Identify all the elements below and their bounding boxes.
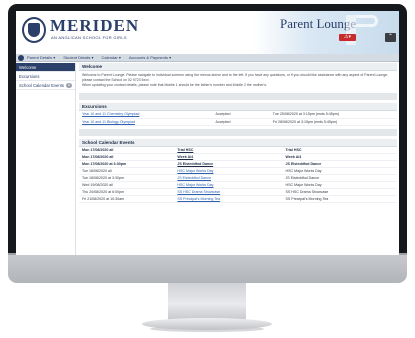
- event-description: JS Eisteddfod Dance: [282, 160, 397, 168]
- events-table: Mon 17/08/2020 all Trial HSC Trial HSC M…: [79, 146, 397, 203]
- event-description: Week A/4: [282, 153, 397, 161]
- event-description: HSC Major Works Day: [282, 181, 397, 189]
- event-date: Tue 18/08/2020 at 3:30pm: [79, 174, 175, 182]
- welcome-paragraph-contact: When updating your contact details, plea…: [82, 83, 268, 87]
- monitor-chin: [8, 253, 407, 283]
- table-row: Mon 17/08/2020 at 3:30pm JS Eisteddfod D…: [79, 160, 397, 168]
- event-link[interactable]: Trial HSC: [174, 146, 283, 154]
- screen: MERIDEN AN ANGLICAN SCHOOL FOR GIRLS Par…: [16, 11, 399, 255]
- event-link[interactable]: Week A/4: [174, 153, 283, 161]
- sidebar-item-calendar-events[interactable]: School Calendar Events 0: [16, 81, 75, 90]
- sidebar-item-label: Excursions: [19, 74, 40, 79]
- table-cell: Year 10 and 11 Biology Olympiad: [79, 118, 213, 126]
- nav-accounts-payments[interactable]: Accounts & Payments ▾: [129, 55, 171, 60]
- event-date: Thu 20/08/2020 at 6:00pm: [79, 188, 175, 196]
- table-row: Wed 19/08/2020 all HSC Major Works Day H…: [79, 181, 397, 189]
- event-link[interactable]: SS HSC Drama Showcase: [174, 188, 283, 196]
- excursion-status: Accepted: [212, 111, 270, 119]
- monitor-stand-base: [142, 318, 272, 330]
- school-name: MERIDEN: [50, 16, 140, 35]
- welcome-text: Welcome to Parent Lounge. Please navigat…: [79, 71, 397, 90]
- count-badge: 0: [66, 83, 72, 88]
- alert-button[interactable]: ⚠▾: [339, 34, 356, 41]
- event-link[interactable]: JS Eisteddfod Dance: [174, 160, 283, 168]
- event-link[interactable]: JS Eisteddfod Dance: [174, 174, 283, 182]
- section-divider: [79, 93, 397, 100]
- table-row: Tue 18/08/2020 at 3:30pm JS Eisteddfod D…: [79, 174, 397, 182]
- home-icon[interactable]: [18, 54, 24, 61]
- excursion-when: Tue 25/08/2020 at 3:15pm (ends 5:45pm): [269, 111, 397, 119]
- sidebar: Welcome Excursions School Calendar Event…: [16, 63, 76, 255]
- event-date: Wed 19/08/2020 all: [79, 181, 175, 189]
- event-description: HSC Major Works Day: [282, 167, 397, 175]
- sidebar-item-label: School Calendar Events: [19, 83, 64, 88]
- excursion-link[interactable]: Year 10 and 11 Biology Olympiad: [82, 120, 135, 124]
- event-date: Mon 17/08/2020 all: [79, 146, 175, 154]
- monitor-stand-neck: [168, 283, 246, 321]
- event-link[interactable]: HSC Major Works Day: [174, 167, 283, 175]
- table-row: Mon 17/08/2020 all Trial HSC Trial HSC: [79, 146, 397, 154]
- portal-title: Parent Lounge: [280, 16, 357, 31]
- event-link[interactable]: SS Principal's Morning Tea: [174, 195, 283, 203]
- table-row: Year 10 and 11 Biology Olympiad Accepted…: [79, 118, 397, 126]
- main-navbar: Parent Details ▾ Student Details ▾ Calen…: [16, 54, 399, 62]
- event-date: Fri 21/08/2020 at 10:30am: [79, 195, 175, 203]
- table-row: Year 10 and 11 Chemistry Olympiad Accept…: [79, 111, 397, 119]
- event-description: SS HSC Drama Showcase: [282, 188, 397, 196]
- excursion-link[interactable]: Year 10 and 11 Chemistry Olympiad: [82, 112, 139, 116]
- main-content: Welcome Welcome to Parent Lounge. Please…: [79, 63, 397, 255]
- event-description: Trial HSC: [282, 146, 397, 154]
- sidebar-item-excursions[interactable]: Excursions: [16, 72, 75, 81]
- events-heading: School Calendar Events: [79, 138, 397, 147]
- event-date: Mon 17/08/2020 at 3:30pm: [79, 160, 175, 168]
- excursion-status: Accepted: [212, 118, 270, 126]
- nav-calendar[interactable]: Calendar ▾: [102, 55, 121, 60]
- table-row: Mon 17/08/2020 all Week A/4 Week A/4: [79, 153, 397, 161]
- section-divider: [79, 128, 397, 136]
- welcome-heading: Welcome: [79, 63, 397, 71]
- excursion-when: Fri 28/08/2020 at 3:15pm (ends 5:45pm): [269, 118, 397, 126]
- nav-student-details[interactable]: Student Details ▾: [63, 55, 93, 60]
- table-cell: Year 10 and 11 Chemistry Olympiad: [79, 111, 213, 119]
- nav-parent-details[interactable]: Parent Details ▾: [27, 55, 55, 60]
- sidebar-item-welcome[interactable]: Welcome: [16, 63, 75, 72]
- school-crest-icon: [22, 17, 46, 43]
- excursions-table: Year 10 and 11 Chemistry Olympiad Accept…: [79, 111, 397, 126]
- excursions-heading: Excursions: [79, 103, 397, 111]
- chevron-up-icon[interactable]: ⌃: [385, 33, 396, 42]
- portal-logo-curve-icon: [356, 15, 378, 27]
- school-tagline: AN ANGLICAN SCHOOL FOR GIRLS: [51, 35, 127, 40]
- site-header: MERIDEN AN ANGLICAN SCHOOL FOR GIRLS Par…: [16, 11, 399, 54]
- table-row: Thu 20/08/2020 at 6:00pm SS HSC Drama Sh…: [79, 188, 397, 196]
- table-row: Tue 18/08/2020 all HSC Major Works Day H…: [79, 167, 397, 175]
- event-date: Tue 18/08/2020 all: [79, 167, 175, 175]
- sidebar-item-label: Welcome: [19, 65, 37, 70]
- event-description: SS Principal's Morning Tea: [282, 195, 397, 203]
- welcome-paragraph: Welcome to Parent Lounge. Please navigat…: [82, 73, 389, 82]
- event-link[interactable]: HSC Major Works Day: [174, 181, 283, 189]
- table-row: Fri 21/08/2020 at 10:30am SS Principal's…: [79, 195, 397, 203]
- event-description: JS Eisteddfod Dance: [282, 174, 397, 182]
- event-date: Mon 17/08/2020 all: [79, 153, 175, 161]
